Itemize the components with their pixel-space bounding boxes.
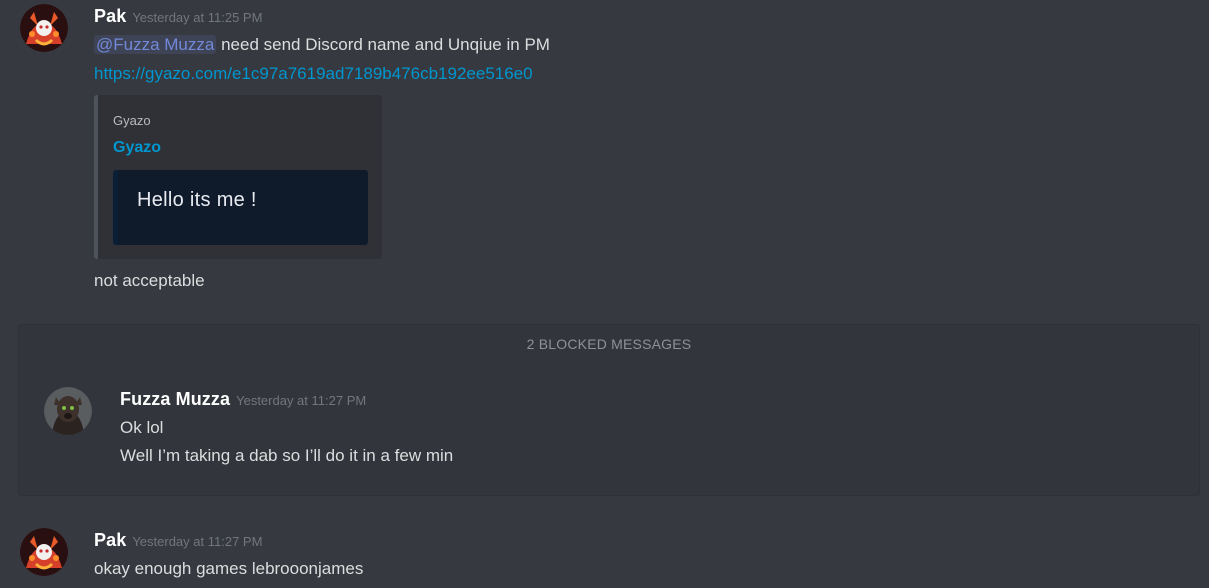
username[interactable]: Pak [94, 530, 126, 550]
fuzza-avatar-icon [44, 387, 92, 435]
message-group-pak-2: Pak Yesterday at 11:27 PM okay enough gam… [0, 520, 1209, 588]
message-text: need send Discord name and Unqiue in PM [216, 35, 550, 54]
message-line: not acceptable [94, 271, 205, 290]
embed-provider[interactable]: Gyazo [113, 113, 151, 128]
timestamp: Yesterday at 11:25 PM [132, 10, 263, 25]
username[interactable]: Fuzza Muzza [120, 389, 230, 409]
username[interactable]: Pak [94, 6, 126, 26]
message-line: @Fuzza Muzza need send Discord name and … [94, 35, 550, 55]
message-header: Pak Yesterday at 11:27 PM [94, 530, 262, 551]
link-embed: Gyazo Gyazo Hello its me ! [94, 95, 382, 259]
message-line: okay enough games lebrooonjames [94, 559, 364, 578]
fuzza-avatar[interactable] [44, 387, 92, 435]
blocked-messages-container: 2 BLOCKED MESSAGES Fuzza Muzza Yesterday … [18, 324, 1200, 496]
message-line: https://gyazo.com/e1c97a7619ad7189b476cb… [94, 64, 533, 84]
blocked-messages-label[interactable]: 2 BLOCKED MESSAGES [19, 336, 1199, 352]
message-line: Well I’m taking a dab so I’ll do it in a… [120, 446, 454, 465]
timestamp: Yesterday at 11:27 PM [236, 393, 367, 408]
user-mention[interactable]: @Fuzza Muzza [94, 35, 217, 54]
embed-image[interactable]: Hello its me ! [113, 170, 368, 245]
pak-avatar[interactable] [20, 528, 68, 576]
timestamp: Yesterday at 11:27 PM [132, 534, 263, 549]
embed-title[interactable]: Gyazo [113, 139, 161, 157]
message-group-pak-1: Pak Yesterday at 11:25 PM @Fuzza Muzza ne… [0, 0, 1209, 300]
gyazo-link[interactable]: https://gyazo.com/e1c97a7619ad7189b476cb… [94, 64, 533, 83]
pak-avatar-icon [20, 528, 68, 576]
embed-image-text: Hello its me ! [137, 189, 257, 211]
message-header: Pak Yesterday at 11:25 PM [94, 6, 262, 27]
pak-avatar[interactable] [20, 4, 68, 52]
message-line: Ok lol [120, 418, 164, 437]
message-header: Fuzza Muzza Yesterday at 11:27 PM [120, 389, 366, 410]
pak-avatar-icon [20, 4, 68, 52]
